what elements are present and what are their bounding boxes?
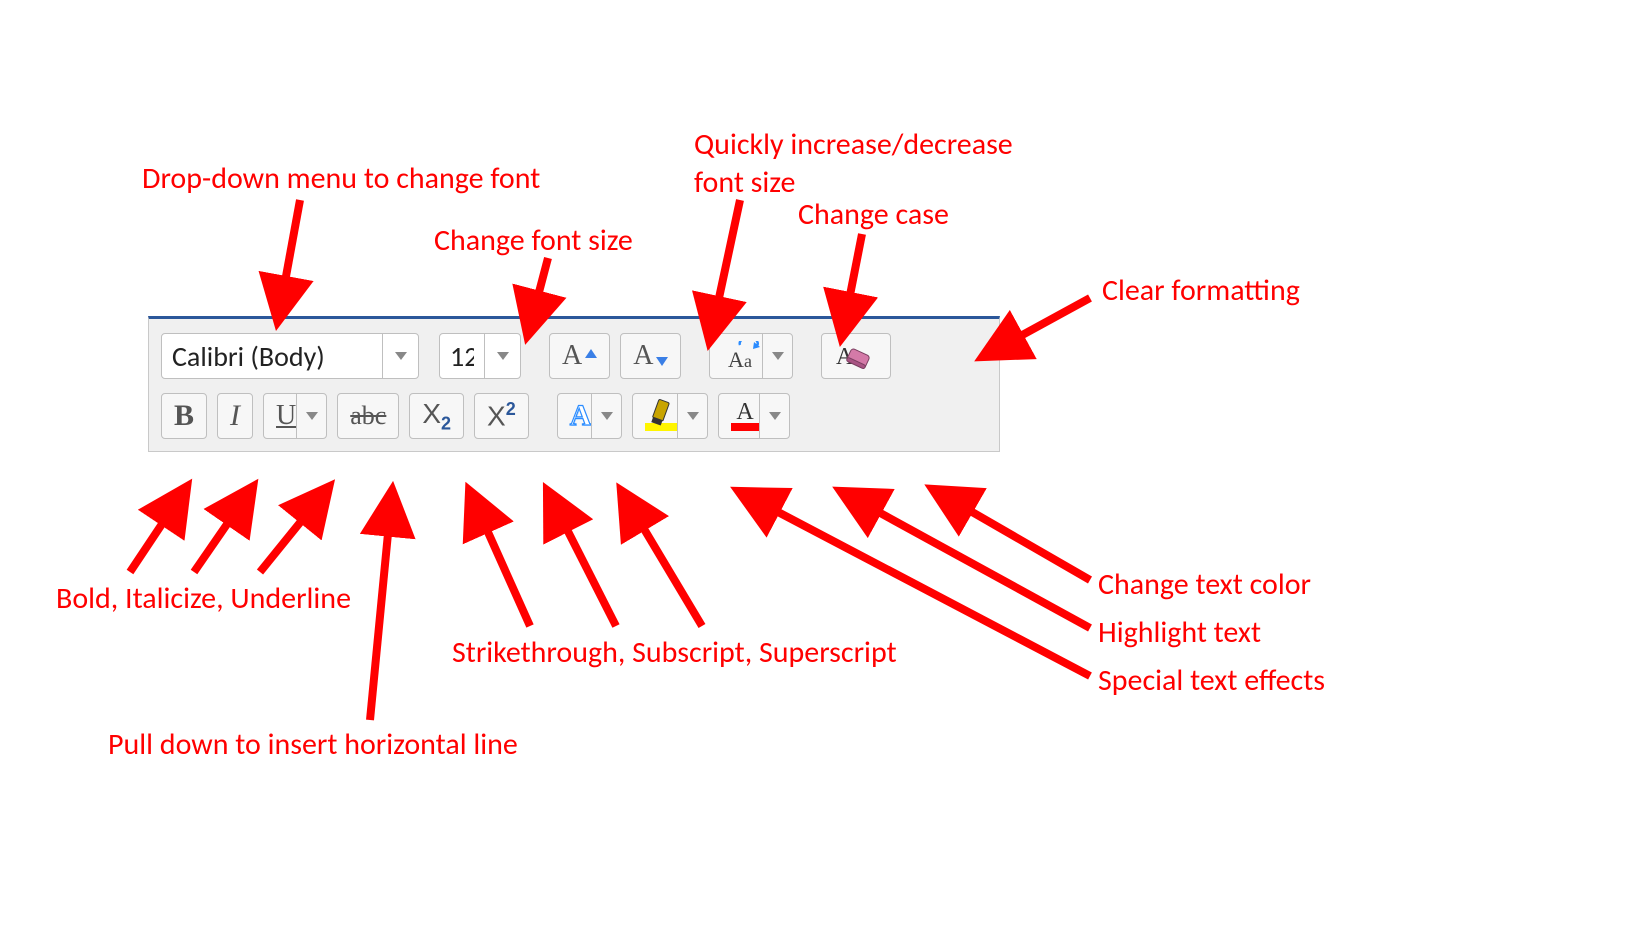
bold-button[interactable]: B: [161, 393, 207, 439]
underline-button[interactable]: U: [263, 393, 327, 439]
change-case-a: a: [744, 351, 752, 371]
text-effects-icon: A: [570, 399, 592, 433]
highlight-button[interactable]: [632, 393, 708, 439]
font-name-input[interactable]: [162, 339, 382, 374]
subscript-icon: X2: [422, 398, 451, 435]
callout-biu: Bold, Italicize, Underline: [56, 580, 351, 618]
callout-text-color: Change text color: [1098, 566, 1311, 604]
strikethrough-button[interactable]: abc: [337, 393, 399, 439]
grow-font-button[interactable]: A: [549, 333, 610, 379]
font-toolbar-row-2: B I U abc X2 X2 A: [161, 393, 987, 439]
callout-effects: Special text effects: [1098, 662, 1325, 700]
clear-formatting-icon: A: [834, 340, 878, 372]
font-toolbar: A A A a: [148, 316, 1000, 452]
shrink-font-icon: A: [633, 340, 668, 372]
change-case-dropdown[interactable]: [762, 334, 792, 378]
italic-button[interactable]: I: [217, 393, 253, 439]
callout-font-menu: Drop-down menu to change font: [142, 160, 540, 198]
callout-highlight: Highlight text: [1098, 614, 1261, 652]
clear-formatting-button[interactable]: A: [821, 333, 891, 379]
callout-font-size: Change font size: [434, 222, 633, 260]
bold-icon: B: [174, 401, 194, 431]
callout-quick-size: Quickly increase/decrease font size: [694, 126, 1013, 201]
italic-icon: I: [230, 401, 240, 431]
text-effects-button[interactable]: A: [557, 393, 623, 439]
superscript-icon: X2: [487, 399, 516, 432]
font-name-combo[interactable]: [161, 333, 419, 379]
subscript-button[interactable]: X2: [409, 393, 464, 439]
font-size-combo[interactable]: [439, 333, 521, 379]
change-case-icon: A a: [722, 341, 762, 371]
highlight-icon: [645, 401, 677, 431]
font-toolbar-row-1: A A A a: [161, 333, 987, 379]
callout-change-case: Change case: [798, 196, 949, 234]
change-case-A: A: [728, 347, 744, 371]
callout-strike-sub-sup: Strikethrough, Subscript, Superscript: [452, 634, 897, 672]
callout-hline: Pull down to insert horizontal line: [108, 726, 518, 764]
font-color-button[interactable]: A: [718, 393, 790, 439]
underline-dropdown[interactable]: [296, 394, 326, 438]
text-effects-dropdown[interactable]: [591, 394, 621, 438]
change-case-button[interactable]: A a: [709, 333, 793, 379]
font-size-dropdown[interactable]: [484, 334, 520, 378]
shrink-font-button[interactable]: A: [620, 333, 681, 379]
grow-font-icon: A: [562, 340, 597, 372]
highlight-dropdown[interactable]: [677, 394, 707, 438]
font-color-icon: A: [731, 401, 759, 431]
font-size-input[interactable]: [440, 339, 484, 374]
font-name-dropdown[interactable]: [382, 334, 418, 378]
strikethrough-icon: abc: [350, 403, 386, 429]
font-color-dropdown[interactable]: [759, 394, 789, 438]
callout-clear-fmt: Clear formatting: [1102, 272, 1300, 310]
superscript-button[interactable]: X2: [474, 393, 529, 439]
underline-icon: U: [276, 402, 296, 430]
